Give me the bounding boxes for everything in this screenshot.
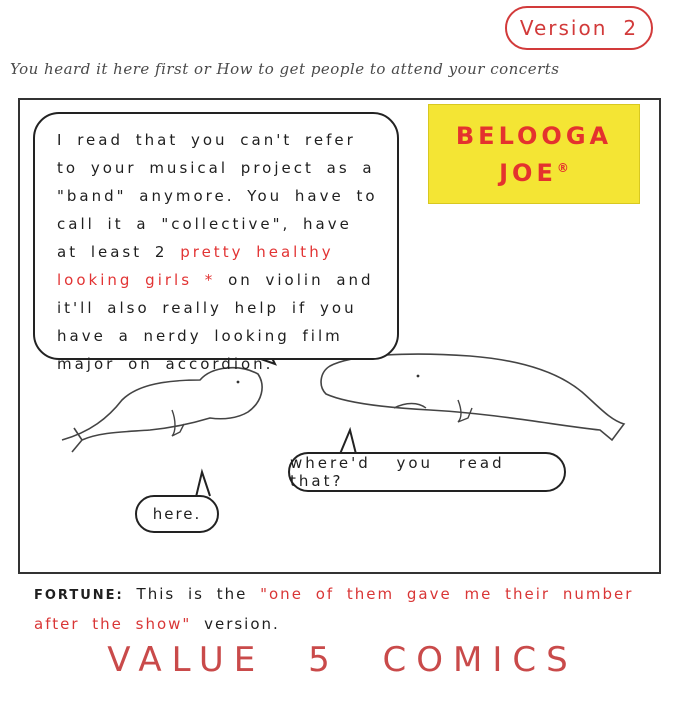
sperm-whale-eye (416, 374, 420, 378)
reply-bubble-tail (339, 426, 357, 455)
brand-title: VALUE 5 COMICS (107, 640, 578, 680)
logo-line-2-wrap: JOE® (499, 152, 569, 189)
fortune-caption: FORTUNE: This is the "one of them gave m… (34, 580, 664, 638)
beluga-eye (236, 380, 240, 384)
main-speech-bubble: I read that you can't refer to your musi… (33, 112, 399, 373)
sperm-whale (320, 353, 626, 442)
fortune-text: This is the (136, 585, 248, 603)
fortune-label: FORTUNE: (34, 588, 124, 603)
logo-line-2: JOE (499, 158, 557, 187)
belooga-joe-logo: BELOOGA JOE® (428, 104, 640, 204)
registered-mark: ® (556, 160, 569, 175)
fortune-highlight: "one of them gave me their number after … (34, 585, 634, 633)
beluga-whale (61, 366, 263, 453)
here-speech-bubble: here. (135, 495, 219, 533)
here-bubble-tail (195, 468, 211, 498)
fortune-text-end: version. (204, 615, 280, 633)
reply-speech-bubble: where'd you read that? (288, 452, 566, 492)
main-bubble-text: I read that you can't refer to your musi… (57, 131, 378, 261)
logo-line-1: BELOOGA (455, 121, 613, 150)
